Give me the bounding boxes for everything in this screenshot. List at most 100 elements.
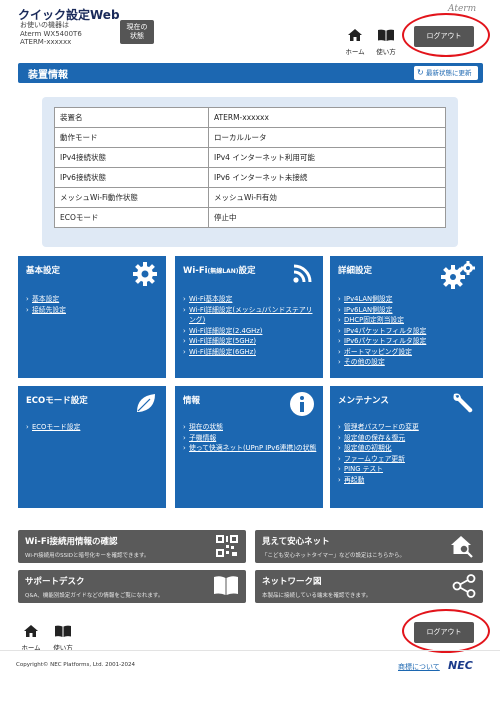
title-main: Wi-Fi <box>183 266 208 276</box>
link-ipv4-lan[interactable]: IPv4LAN側設定 <box>338 294 426 305</box>
device-info-box: 装置名 ATERM-xxxxxx 動作モード ローカルルータ IPv4接続状態 IPv… <box>42 97 458 247</box>
wifi-signal-icon <box>293 264 312 283</box>
home-button[interactable]: ホーム <box>342 26 368 56</box>
book-icon <box>214 576 238 595</box>
info-value: ローカルルータ <box>208 127 446 148</box>
link-ping-test[interactable]: PING テスト <box>338 464 419 475</box>
link-eco-mode[interactable]: ECOモード設定 <box>26 422 80 433</box>
link-wifi-24ghz[interactable]: Wi-Fi詳細設定(2.4GHz) <box>183 326 319 337</box>
panel-desc: Wi-Fi接続用のSSIDと暗号化キーを確認できます。 <box>25 553 150 559</box>
tile-title: 情報 <box>183 396 201 406</box>
panel-safe-net[interactable]: 見えて安心ネット 「こども安心ネットタイマー」などの設定はこちらから。 <box>255 530 483 563</box>
info-value: メッシュWi-Fi有効 <box>208 187 446 208</box>
link-factory-reset[interactable]: 設定値の初期化 <box>338 443 419 454</box>
link-dhcp-fixed[interactable]: DHCP固定割当設定 <box>338 315 426 326</box>
refresh-button[interactable]: ↻ 最新状態に更新 <box>414 66 478 80</box>
link-firmware-update[interactable]: ファームウェア更新 <box>338 454 419 465</box>
home-search-icon <box>451 536 473 558</box>
link-list: ECOモード設定 <box>26 422 80 433</box>
book-icon <box>55 625 71 637</box>
tile-wifi-settings: Wi-Fi(無線LAN)設定 Wi-Fi基本設定 Wi-Fi詳細設定(メッシュ/… <box>175 256 323 378</box>
link-list: Wi-Fi基本設定 Wi-Fi詳細設定(メッシュ/バンドステアリング) Wi-F… <box>183 294 319 357</box>
tile-advanced-settings: 詳細設定 IPv4LAN側設定 IPv6LAN側設定 DHCP固定割当設定 IP… <box>330 256 483 378</box>
link-client-info[interactable]: 子機情報 <box>183 433 319 444</box>
title-small: (無線LAN) <box>207 268 239 275</box>
link-ipv6-filter[interactable]: IPv6パケットフィルタ設定 <box>338 336 426 347</box>
current-status-button[interactable]: 現在の 状態 <box>120 20 154 44</box>
qr-code-icon <box>216 535 238 557</box>
link-other-settings[interactable]: その他の設定 <box>338 357 426 368</box>
leaf-icon <box>137 394 155 412</box>
table-row: 装置名 ATERM-xxxxxx <box>54 107 446 128</box>
link-wifi-mesh[interactable]: Wi-Fi詳細設定(メッシュ/バンドステアリング) <box>183 305 319 326</box>
tile-eco-settings: ECOモード設定 ECOモード設定 <box>18 386 166 508</box>
link-wifi-5ghz[interactable]: Wi-Fi詳細設定(5GHz) <box>183 336 319 347</box>
info-key: IPv4接続状態 <box>54 147 209 168</box>
table-row: 動作モード ローカルルータ <box>54 127 446 148</box>
footer-divider <box>0 650 500 651</box>
tile-title: ECOモード設定 <box>26 396 88 406</box>
info-value: 停止中 <box>208 207 446 228</box>
link-upnp-status[interactable]: 使って快適ネット(UPnP IPv6連携)の状態 <box>183 443 319 454</box>
info-value: IPv4 インターネット利用可能 <box>208 147 446 168</box>
footer-home-button[interactable]: ホーム <box>18 622 44 652</box>
panel-network-map[interactable]: ネットワーク図 本製品に接続している端末を確認できます。 <box>255 570 483 603</box>
info-icon <box>290 392 314 416</box>
section-title: 装置情報 <box>28 70 68 81</box>
device-model: Aterm WX5400T6 <box>20 29 82 38</box>
panel-desc: Q&A、機能別設定ガイドなどの情報をご覧になれます。 <box>25 593 164 599</box>
tile-title: Wi-Fi(無線LAN)設定 <box>183 264 256 276</box>
link-ipv4-filter[interactable]: IPv4パケットフィルタ設定 <box>338 326 426 337</box>
info-key: ECOモード <box>54 207 209 228</box>
panel-title: 見えて安心ネット <box>262 537 330 547</box>
link-basic-settings[interactable]: 基本設定 <box>26 294 66 305</box>
link-ipv6-lan[interactable]: IPv6LAN側設定 <box>338 305 426 316</box>
link-reboot[interactable]: 再起動 <box>338 475 419 486</box>
panel-support-desk[interactable]: サポートデスク Q&A、機能別設定ガイドなどの情報をご覧になれます。 <box>18 570 246 603</box>
panel-title: ネットワーク図 <box>262 577 322 587</box>
table-row: IPv4接続状態 IPv4 インターネット利用可能 <box>54 147 446 168</box>
home-icon <box>24 625 38 637</box>
device-caption: お使いの機器は <box>20 21 69 29</box>
link-list: 管理者パスワードの変更 設定値の保存＆復元 設定値の初期化 ファームウェア更新 … <box>338 422 419 485</box>
panel-desc: 本製品に接続している端末を確認できます。 <box>262 593 372 599</box>
home-icon <box>348 29 362 41</box>
gear-icon <box>133 262 157 286</box>
copyright-text: Copyright© NEC Platforms, Ltd. 2001-2024 <box>16 662 136 668</box>
tile-information: 情報 現在の状態 子機情報 使って快適ネット(UPnP IPv6連携)の状態 <box>175 386 323 508</box>
link-port-mapping[interactable]: ポートマッピング設定 <box>338 347 426 358</box>
help-label: 使い方 <box>376 48 396 56</box>
highlight-ring <box>402 609 490 653</box>
refresh-label: 最新状態に更新 <box>426 69 472 77</box>
panel-desc: 「こども安心ネットタイマー」などの設定はこちらから。 <box>262 553 406 559</box>
trademark-link[interactable]: 商標について <box>398 662 440 672</box>
tile-maintenance: メンテナンス 管理者パスワードの変更 設定値の保存＆復元 設定値の初期化 ファー… <box>330 386 483 508</box>
link-connection-settings[interactable]: 接続先設定 <box>26 305 66 316</box>
wrench-icon <box>453 393 473 413</box>
gears-icon <box>441 261 475 289</box>
link-wifi-6ghz[interactable]: Wi-Fi詳細設定(6GHz) <box>183 347 319 358</box>
highlight-ring <box>402 13 490 57</box>
device-info: お使いの機器は Aterm WX5400T6 ATERM-xxxxxx <box>20 21 82 47</box>
info-value: ATERM-xxxxxx <box>208 107 446 128</box>
link-list: 基本設定 接続先設定 <box>26 294 66 315</box>
panel-wifi-info-confirm[interactable]: Wi-Fi接続用情報の確認 Wi-Fi接続用のSSIDと暗号化キーを確認できます… <box>18 530 246 563</box>
section-header: 装置情報 ↻ 最新状態に更新 <box>18 63 483 83</box>
footer-help-button[interactable]: 使い方 <box>50 622 76 652</box>
link-backup-restore[interactable]: 設定値の保存＆復元 <box>338 433 419 444</box>
link-wifi-basic[interactable]: Wi-Fi基本設定 <box>183 294 319 305</box>
info-value: IPv6 インターネット未接続 <box>208 167 446 188</box>
info-key: 動作モード <box>54 127 209 148</box>
help-button[interactable]: 使い方 <box>373 26 399 56</box>
panel-title: サポートデスク <box>25 577 85 587</box>
nec-logo: NEC <box>448 659 473 672</box>
device-name: ATERM-xxxxxx <box>20 38 72 46</box>
link-current-status[interactable]: 現在の状態 <box>183 422 319 433</box>
book-icon <box>378 29 394 41</box>
device-info-table: 装置名 ATERM-xxxxxx 動作モード ローカルルータ IPv4接続状態 IPv… <box>54 107 446 228</box>
table-row: ECOモード 停止中 <box>54 207 446 228</box>
page: クイック設定Web お使いの機器は Aterm WX5400T6 ATERM-x… <box>0 0 500 701</box>
info-key: IPv6接続状態 <box>54 167 209 188</box>
title-tail: 設定 <box>238 266 256 276</box>
link-admin-password[interactable]: 管理者パスワードの変更 <box>338 422 419 433</box>
